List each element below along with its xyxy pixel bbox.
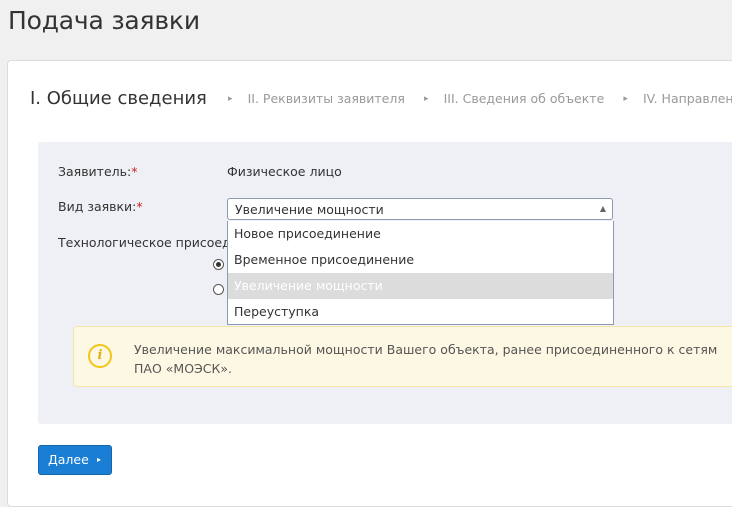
step-general-info: I. Общие сведения (30, 88, 207, 109)
request-type-select[interactable]: Увеличение мощности ▲ (227, 198, 613, 220)
info-icon: i (88, 344, 112, 368)
radio-option-1[interactable] (213, 259, 224, 270)
step-applicant-details[interactable]: II. Реквизиты заявителя (248, 91, 405, 106)
required-mark: * (136, 199, 143, 214)
applicant-label-text: Заявитель: (58, 164, 132, 179)
caret-right-icon: ▸ (96, 455, 101, 464)
request-type-selected-value: Увеличение мощности (235, 202, 384, 217)
info-message: i Увеличение максимальной мощности Вашег… (73, 326, 732, 387)
chevron-up-icon: ▲ (599, 204, 606, 213)
applicant-label: Заявитель:* (58, 164, 137, 179)
step-separator-icon: ▸ (423, 93, 429, 104)
page-title: Подача заявки (8, 6, 200, 35)
option-temporary-connection[interactable]: Временное присоединение (228, 247, 613, 273)
option-new-connection[interactable]: Новое присоединение (228, 221, 613, 247)
option-assignment[interactable]: Переуступка (228, 299, 613, 325)
step-separator-icon: ▸ (227, 93, 233, 104)
applicant-value: Физическое лицо (227, 164, 342, 179)
request-type-label: Вид заявки:* (58, 199, 143, 214)
next-button[interactable]: Далее ▸ (38, 445, 112, 475)
request-type-label-text: Вид заявки: (58, 199, 137, 214)
steps-breadcrumb: I. Общие сведения ▸ II. Реквизиты заявит… (30, 88, 732, 116)
next-button-label: Далее (48, 452, 89, 467)
step-documents[interactable]: IV. Направленные доку (643, 91, 732, 106)
info-text: Увеличение максимальной мощности Вашего … (134, 342, 718, 376)
tech-connection-label: Технологическое присоедин (58, 235, 248, 250)
required-mark: * (131, 164, 138, 179)
radio-option-2[interactable] (213, 284, 224, 295)
step-object-info[interactable]: III. Сведения об объекте (444, 91, 605, 106)
request-type-dropdown: Новое присоединение Временное присоедине… (227, 221, 614, 325)
step-separator-icon: ▸ (623, 93, 628, 104)
option-power-increase[interactable]: Увеличение мощности (228, 273, 613, 299)
